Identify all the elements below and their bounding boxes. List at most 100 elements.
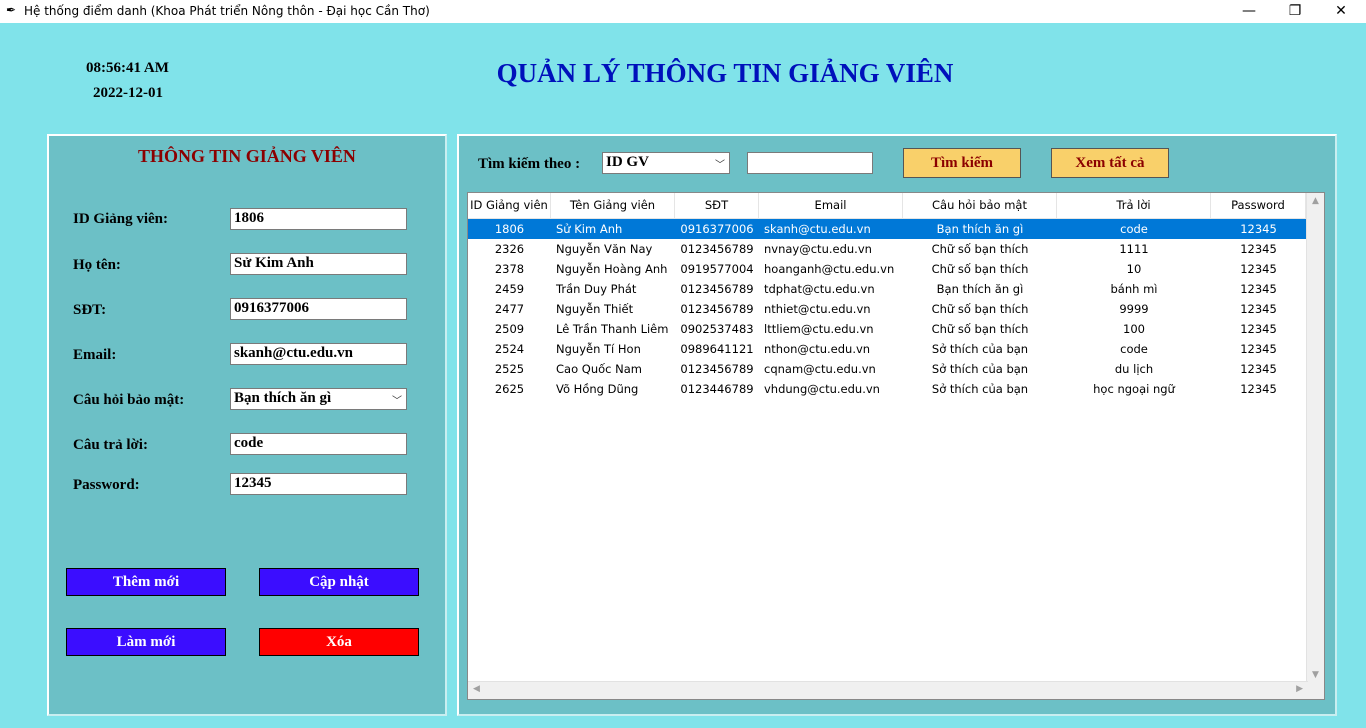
cell-col-id: 2326 <box>494 242 525 256</box>
security-question-value: Bạn thích ăn gì <box>234 390 332 406</box>
search-button[interactable]: Tìm kiếm <box>903 148 1021 178</box>
cell-col-name: Nguyễn Thiết <box>556 302 634 316</box>
delete-button[interactable]: Xóa <box>259 628 419 656</box>
name-field[interactable]: Sử Kim Anh <box>230 253 407 275</box>
close-button[interactable]: ✕ <box>1318 0 1364 23</box>
table-row[interactable]: 2625 Võ Hồng Dũng 0123446789 vhdung@ctu.edu… <box>468 379 1306 399</box>
cell-col-phone: 0123456789 <box>680 362 754 376</box>
header-col-question[interactable]: Câu hỏi bảo mật <box>903 193 1057 218</box>
chevron-down-icon: ﹀ <box>392 396 402 407</box>
form-title: THÔNG TIN GIẢNG VIÊN <box>138 146 356 166</box>
cell-col-id: 2525 <box>494 362 525 376</box>
cell-col-question: Sở thích của bạn <box>931 362 1029 376</box>
cell-col-answer: 9999 <box>1119 302 1149 316</box>
header-col-answer[interactable]: Trả lời <box>1057 193 1211 218</box>
scroll-up-icon[interactable]: ▲ <box>1307 196 1324 206</box>
table-row[interactable]: 2524 Nguyễn Tí Hon 0989641121 nthon@ctu.edu… <box>468 339 1306 359</box>
cell-col-name: Nguyễn Tí Hon <box>556 342 641 356</box>
table-header: ID Giảng viên Tên Giảng viên SĐT Email Câu h… <box>468 193 1308 219</box>
search-input[interactable] <box>747 152 873 174</box>
cell-col-phone: 0123456789 <box>680 302 754 316</box>
chevron-down-icon: ﹀ <box>715 160 725 171</box>
table-row[interactable]: 2378 Nguyễn Hoàng Anh 0919577004 hoanganh@c… <box>468 259 1306 279</box>
cell-col-question: Chữ số bạn thích <box>931 242 1029 256</box>
cell-col-answer: học ngoại ngữ <box>1093 382 1175 396</box>
cell-col-password: 12345 <box>1240 382 1277 396</box>
cell-col-email: cqnam@ctu.edu.vn <box>764 362 876 376</box>
header-col-email[interactable]: Email <box>759 193 903 218</box>
search-by-value: ID GV <box>606 154 649 170</box>
id-field[interactable]: 1806 <box>230 208 407 230</box>
cell-col-id: 2625 <box>494 382 525 396</box>
cell-col-email: lttliem@ctu.edu.vn <box>764 322 874 336</box>
table-row[interactable]: 2509 Lê Trần Thanh Liêm 0902537483 lttliem@… <box>468 319 1306 339</box>
window-title: Hệ thống điểm danh (Khoa Phát triển Nông… <box>24 4 430 18</box>
cell-col-question: Bạn thích ăn gì <box>936 282 1024 296</box>
cell-col-email: tdphat@ctu.edu.vn <box>764 282 875 296</box>
cell-col-phone: 0989641121 <box>680 342 754 356</box>
table-row[interactable]: 2477 Nguyễn Thiết 0123456789 nthiet@ctu.edu… <box>468 299 1306 319</box>
answer-field[interactable]: code <box>230 433 407 455</box>
table-body: 1806 Sử Kim Anh 0916377006 skanh@ctu.edu.vn… <box>468 219 1306 399</box>
security-question-select[interactable]: Bạn thích ăn gì ﹀ <box>230 388 407 410</box>
lecturer-form-panel: THÔNG TIN GIẢNG VIÊN ID Giảng viên: 1806… <box>47 134 447 716</box>
cell-col-phone: 0916377006 <box>680 222 754 236</box>
header-col-id[interactable]: ID Giảng viên <box>468 193 551 218</box>
header-col-name[interactable]: Tên Giảng viên <box>551 193 675 218</box>
search-by-select[interactable]: ID GV ﹀ <box>602 152 730 174</box>
update-button[interactable]: Cập nhật <box>259 568 419 596</box>
cell-col-email: nvnay@ctu.edu.vn <box>764 242 872 256</box>
maximize-button[interactable]: ❐ <box>1272 0 1318 23</box>
phone-field[interactable]: 0916377006 <box>230 298 407 320</box>
cell-col-name: Nguyễn Hoàng Anh <box>556 262 668 276</box>
cell-col-question: Sở thích của bạn <box>931 382 1029 396</box>
table-row[interactable]: 1806 Sử Kim Anh 0916377006 skanh@ctu.edu.vn… <box>468 219 1306 239</box>
horizontal-scrollbar[interactable]: ◀ ▶ <box>468 681 1308 699</box>
cell-col-password: 12345 <box>1240 342 1277 356</box>
cell-col-phone: 0919577004 <box>680 262 754 276</box>
cell-col-id: 2509 <box>494 322 525 336</box>
reset-button[interactable]: Làm mới <box>66 628 226 656</box>
cell-col-question: Chữ số bạn thích <box>931 322 1029 336</box>
cell-col-answer: 1111 <box>1119 242 1149 256</box>
cell-col-password: 12345 <box>1240 322 1277 336</box>
lecturer-table[interactable]: ID Giảng viên Tên Giảng viên SĐT Email Câu h… <box>467 192 1325 700</box>
answer-label: Câu trả lời: <box>73 437 148 453</box>
password-field[interactable]: 12345 <box>230 473 407 495</box>
scroll-right-icon[interactable]: ▶ <box>1296 684 1303 694</box>
cell-col-name: Lê Trần Thanh Liêm <box>556 322 669 336</box>
cell-col-email: nthon@ctu.edu.vn <box>764 342 871 356</box>
cell-col-email: hoanganh@ctu.edu.vn <box>764 262 895 276</box>
minimize-button[interactable]: — <box>1226 0 1272 23</box>
header-col-phone[interactable]: SĐT <box>675 193 759 218</box>
cell-col-id: 2524 <box>494 342 525 356</box>
cell-col-answer: bánh mì <box>1110 282 1158 296</box>
show-all-button[interactable]: Xem tất cả <box>1051 148 1169 178</box>
window-titlebar: ✒ Hệ thống điểm danh (Khoa Phát triển Nô… <box>0 0 1366 23</box>
lecturer-list-panel: Tìm kiếm theo : ID GV ﹀ Tìm kiếm Xem tất… <box>457 134 1337 716</box>
email-field[interactable]: skanh@ctu.edu.vn <box>230 343 407 365</box>
scroll-down-icon[interactable]: ▼ <box>1307 670 1324 680</box>
question-label: Câu hỏi bảo mật: <box>73 392 185 408</box>
cell-col-question: Chữ số bạn thích <box>931 302 1029 316</box>
page-title: QUẢN LÝ THÔNG TIN GIẢNG VIÊN <box>496 58 954 88</box>
cell-col-phone: 0123456789 <box>680 242 754 256</box>
table-row[interactable]: 2525 Cao Quốc Nam 0123456789 cqnam@ctu.edu.… <box>468 359 1306 379</box>
table-row[interactable]: 2459 Trần Duy Phát 0123456789 tdphat@ctu.ed… <box>468 279 1306 299</box>
header-col-password[interactable]: Password <box>1211 193 1306 218</box>
feather-icon: ✒ <box>6 3 17 17</box>
table-row[interactable]: 2326 Nguyễn Văn Nay 0123456789 nvnay@ctu.ed… <box>468 239 1306 259</box>
cell-col-phone: 0902537483 <box>680 322 754 336</box>
cell-col-phone: 0123456789 <box>680 282 754 296</box>
vertical-scrollbar[interactable]: ▲ ▼ <box>1306 193 1324 683</box>
cell-col-name: Cao Quốc Nam <box>556 362 642 376</box>
cell-col-id: 2477 <box>494 302 525 316</box>
cell-col-answer: code <box>1120 222 1148 236</box>
search-label: Tìm kiếm theo : <box>478 156 581 172</box>
cell-col-question: Bạn thích ăn gì <box>936 222 1024 236</box>
cell-col-name: Nguyễn Văn Nay <box>556 242 653 256</box>
add-button[interactable]: Thêm mới <box>66 568 226 596</box>
email-label: Email: <box>73 347 117 363</box>
scroll-left-icon[interactable]: ◀ <box>473 684 480 694</box>
cell-col-answer: du lịch <box>1114 362 1154 376</box>
